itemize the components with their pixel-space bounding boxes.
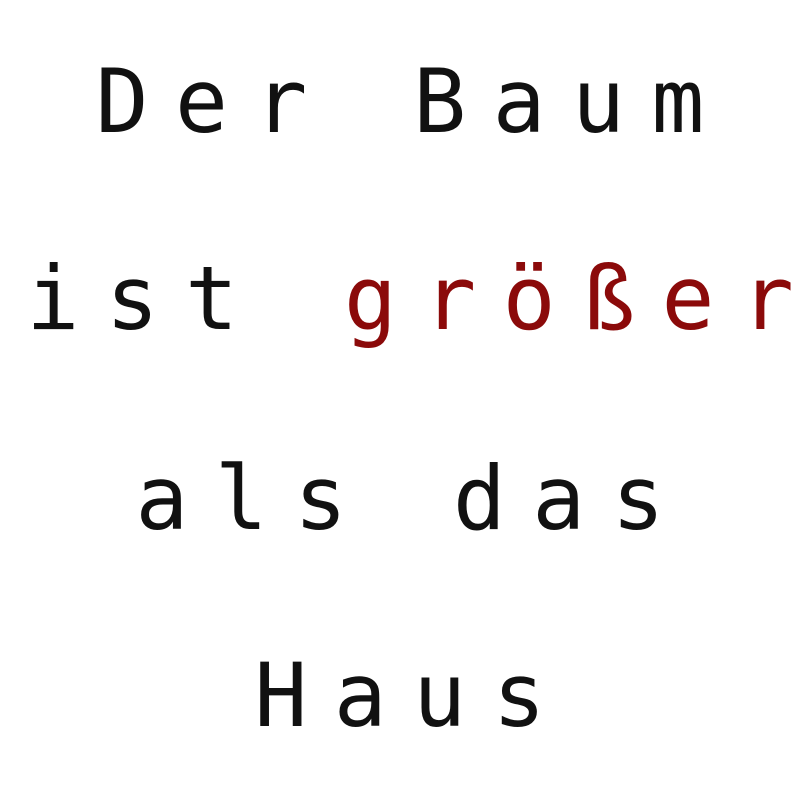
sentence-line-1: Der Baum xyxy=(95,50,731,153)
flashcard: Der Baum ist größer als das Haus xyxy=(0,0,800,800)
sentence-line-4: Haus xyxy=(254,644,572,747)
highlighted-word: größer xyxy=(343,247,800,350)
sentence-line-2: ist größer xyxy=(0,255,800,343)
sentence-line-2-prefix: ist xyxy=(26,247,344,350)
sentence-line-3: als das xyxy=(135,447,692,550)
